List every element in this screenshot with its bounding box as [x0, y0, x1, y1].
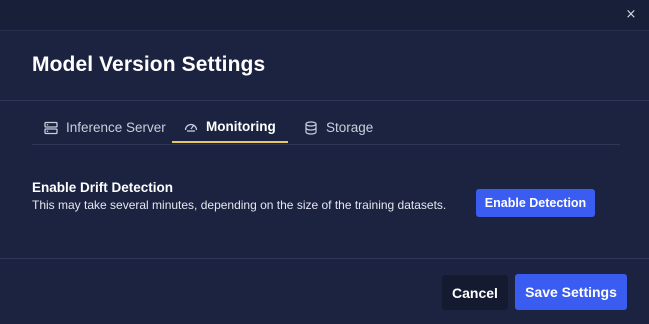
tab-storage[interactable]: Storage: [300, 112, 377, 143]
modal-header: Model Version Settings: [0, 31, 649, 101]
tab-monitoring[interactable]: Monitoring: [172, 112, 288, 143]
tab-bar: Inference Server Monitoring Storage: [32, 112, 620, 145]
modal-title: Model Version Settings: [32, 53, 266, 76]
modal-top-bar: ×: [0, 0, 649, 31]
tab-label: Storage: [326, 120, 374, 135]
cancel-button[interactable]: Cancel: [442, 275, 508, 310]
gauge-icon: [184, 123, 198, 132]
drift-detection-section: Enable Drift Detection This may take sev…: [32, 180, 446, 212]
tab-inference-server[interactable]: Inference Server: [40, 112, 170, 143]
database-icon: [305, 120, 317, 135]
enable-detection-button[interactable]: Enable Detection: [476, 189, 595, 217]
close-icon[interactable]: ×: [623, 7, 639, 23]
server-icon: [44, 121, 58, 134]
tab-label: Monitoring: [206, 119, 276, 134]
section-title: Enable Drift Detection: [32, 180, 174, 195]
save-settings-button[interactable]: Save Settings: [515, 274, 627, 310]
footer-divider: [0, 258, 649, 259]
tab-label: Inference Server: [66, 120, 166, 135]
section-description: This may take several minutes, depending…: [32, 198, 447, 212]
settings-modal: × Model Version Settings Inference Serve…: [0, 0, 649, 324]
